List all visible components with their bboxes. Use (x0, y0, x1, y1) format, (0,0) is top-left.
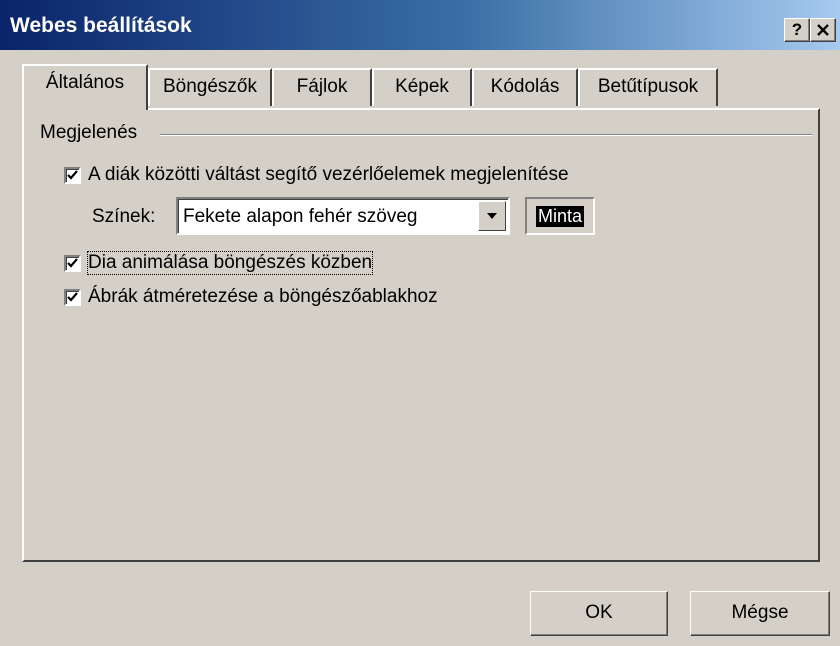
colors-dropdown-button[interactable] (478, 201, 506, 231)
animate-label: Dia animálása böngészés közben (86, 251, 374, 275)
tab-fajlok[interactable]: Fájlok (272, 68, 372, 106)
checkmark-icon (67, 258, 78, 268)
checkmark-icon (67, 292, 78, 302)
tab-betutipusok[interactable]: Betűtípusok (578, 68, 718, 106)
resize-label: Ábrák átméretezése a böngészőablakhoz (88, 286, 438, 307)
tab-kodolas[interactable]: Kódolás (472, 68, 578, 106)
window-title: Webes beállítások (10, 14, 192, 37)
web-options-dialog: Webes beállítások ? Általános Böngészők … (0, 0, 840, 646)
resize-checkbox[interactable] (64, 289, 81, 306)
show-nav-checkbox[interactable] (64, 167, 81, 184)
animate-checkbox[interactable] (64, 255, 81, 272)
tab-bongeszok[interactable]: Böngészők (148, 68, 272, 106)
group-label-megjelenes: Megjelenés (40, 122, 142, 144)
close-icon (817, 24, 829, 36)
title-bar: Webes beállítások ? (0, 0, 840, 50)
chevron-down-icon (487, 213, 497, 219)
colors-select-value: Fekete alapon fehér szöveg (183, 206, 418, 227)
tab-altalanos[interactable]: Általános (22, 64, 148, 110)
color-sample-text: Minta (536, 206, 585, 227)
colors-select[interactable]: Fekete alapon fehér szöveg (176, 197, 510, 235)
show-nav-label: A diák közötti váltást segítő vezérlőele… (88, 164, 569, 185)
group-divider (160, 134, 812, 136)
tab-kepek[interactable]: Képek (372, 68, 472, 106)
close-button[interactable] (810, 18, 836, 42)
color-sample-box: Minta (525, 197, 595, 235)
cancel-button[interactable]: Mégse (690, 591, 830, 636)
help-button[interactable]: ? (784, 18, 810, 42)
colors-label: Színek: (92, 206, 156, 227)
ok-button[interactable]: OK (530, 591, 668, 636)
checkmark-icon (67, 170, 78, 180)
